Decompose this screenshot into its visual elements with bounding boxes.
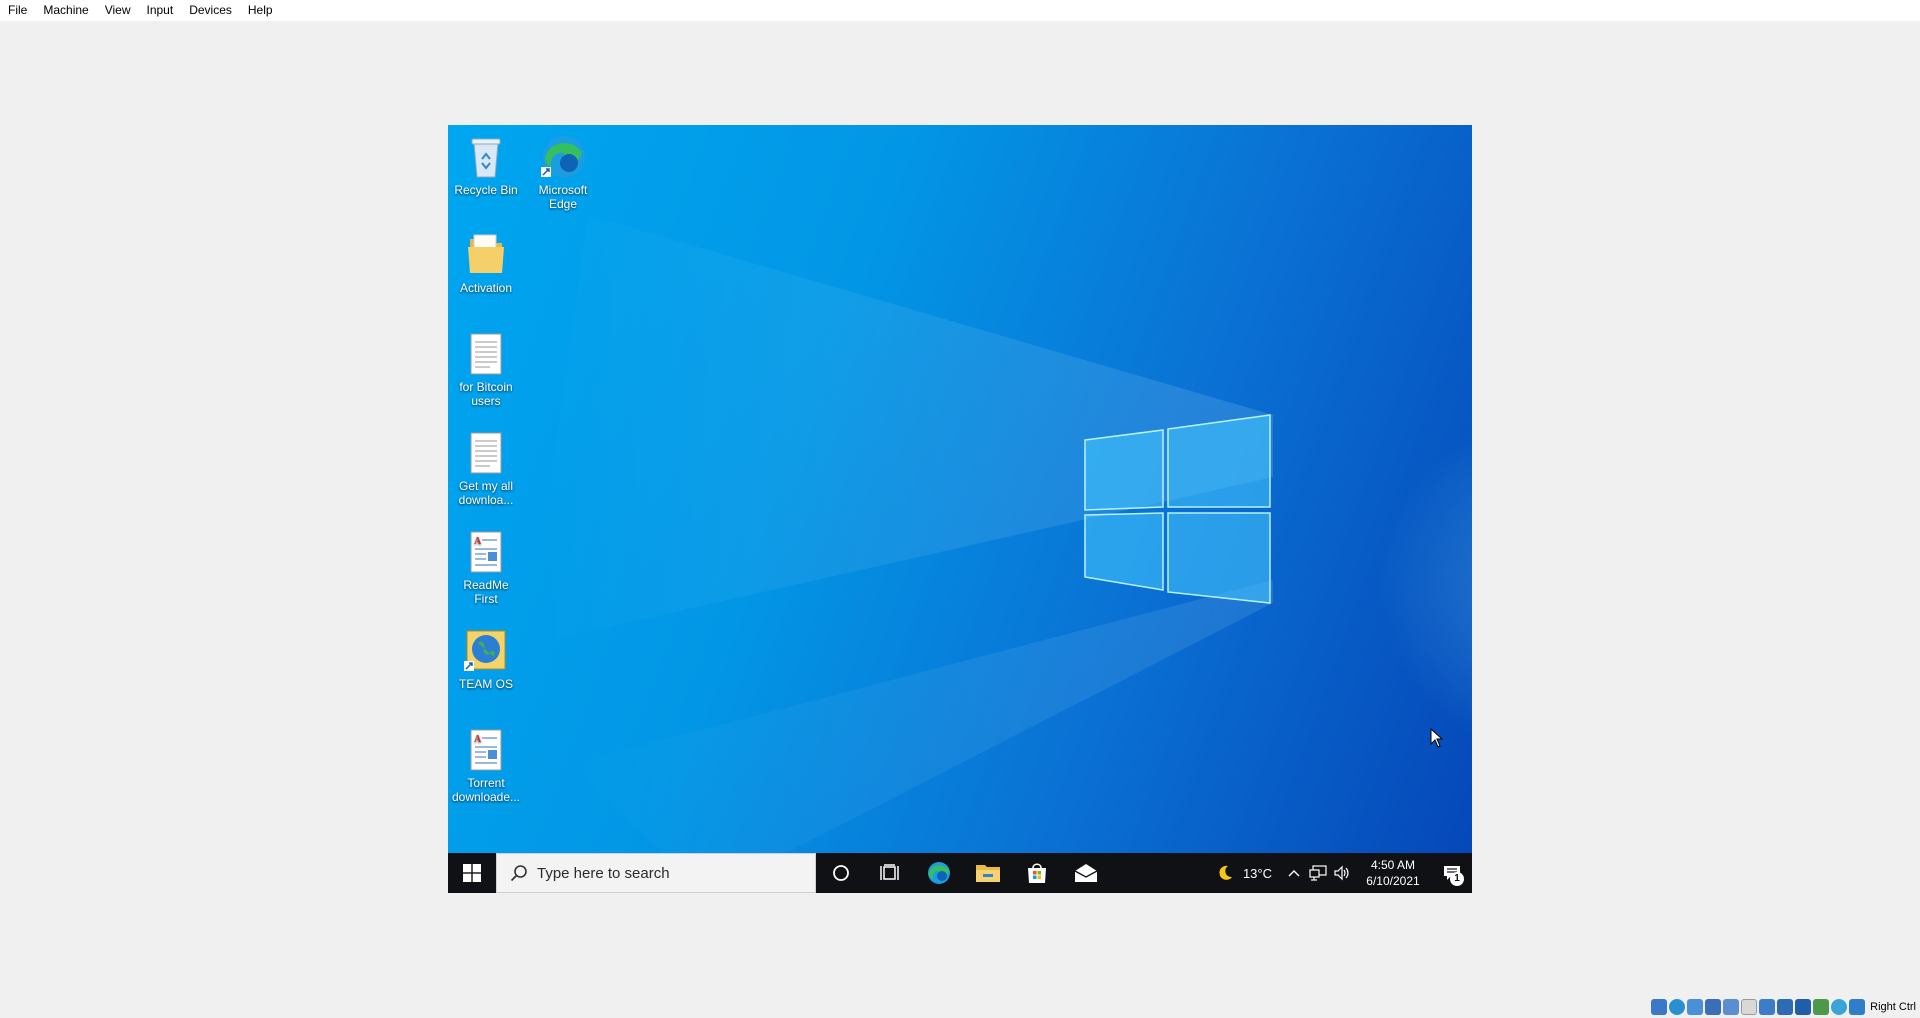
task-view-button[interactable] [865, 853, 914, 893]
globe-shortcut-icon [462, 627, 510, 675]
search-icon [510, 865, 527, 882]
desktop-icon-for-bitcoin-users[interactable]: for Bitcoin users [448, 330, 524, 408]
text-file-icon [462, 330, 510, 378]
audio-icon[interactable] [1687, 999, 1704, 1015]
notification-count-badge: 1 [1450, 872, 1464, 886]
taskbar: Type here to search 13°C 4:50 AM 6/10/20… [448, 853, 1472, 893]
search-placeholder: Type here to search [537, 864, 670, 882]
host-status-bar: Right Ctrl [1650, 996, 1920, 1018]
host-menu-bar: File Machine View Input Devices Help [0, 0, 1920, 21]
menu-file[interactable]: File [0, 0, 35, 21]
desktop-icon-team-os[interactable]: TEAM OS [448, 627, 524, 691]
desktop-icon-microsoft-edge[interactable]: Microsoft Edge [525, 133, 601, 211]
svg-text:A: A [474, 734, 482, 745]
menu-devices[interactable]: Devices [181, 0, 240, 21]
desktop-icon-torrent-downloader[interactable]: A Torrent downloade... [448, 726, 524, 804]
taskbar-search-box[interactable]: Type here to search [496, 853, 816, 893]
cortana-button[interactable] [816, 853, 865, 893]
file-explorer-icon [975, 865, 1000, 882]
network-icon [1309, 865, 1327, 881]
desktop-icon-recycle-bin[interactable]: Recycle Bin [448, 133, 524, 197]
show-hidden-icons-button[interactable] [1282, 853, 1306, 893]
mouse-cursor-icon [1430, 728, 1444, 748]
taskbar-clock[interactable]: 4:50 AM 6/10/2021 [1360, 857, 1426, 889]
host-key-label: Right Ctrl [1870, 1001, 1916, 1013]
text-file-icon [462, 429, 510, 477]
start-button[interactable] [448, 853, 496, 893]
mail-icon [1074, 864, 1097, 882]
display-icon[interactable] [1759, 999, 1776, 1015]
desktop-icon-activation[interactable]: Activation [448, 231, 524, 295]
hard-disk-icon[interactable] [1651, 999, 1668, 1015]
network-tray-button[interactable] [1306, 853, 1330, 893]
task-view-icon [879, 864, 899, 880]
cpu-icon[interactable] [1813, 999, 1830, 1015]
taskbar-store[interactable] [1012, 853, 1061, 893]
network-icon[interactable] [1705, 999, 1722, 1015]
desktop-icon-readme-first[interactable]: A ReadMe First [448, 528, 524, 606]
desktop-icon-get-my-all-downloads[interactable]: Get my all downloa... [448, 429, 524, 507]
shared-folders-icon[interactable] [1741, 999, 1758, 1015]
taskbar-file-explorer[interactable] [963, 853, 1012, 893]
store-icon [1027, 863, 1046, 883]
menu-help[interactable]: Help [240, 0, 281, 21]
guest-additions-icon[interactable] [1831, 999, 1848, 1015]
rich-text-file-icon: A [462, 528, 510, 576]
windows-logo-icon [463, 864, 481, 882]
optical-drive-icon[interactable] [1669, 999, 1686, 1015]
clock-date: 6/10/2021 [1366, 874, 1420, 888]
video-capture-icon[interactable] [1777, 999, 1794, 1015]
cortana-icon [832, 865, 849, 881]
menu-view[interactable]: View [97, 0, 139, 21]
folder-icon [462, 231, 510, 279]
usb-icon[interactable] [1723, 999, 1740, 1015]
recording-icon[interactable] [1795, 999, 1812, 1015]
wallpaper-windows-logo [528, 215, 1273, 893]
edge-icon [539, 133, 587, 181]
clock-time: 4:50 AM [1370, 858, 1416, 872]
vm-display[interactable]: Recycle Bin Microsoft Edge Activation fo… [448, 125, 1472, 893]
volume-tray-button[interactable] [1330, 853, 1354, 893]
moon-icon [1219, 865, 1232, 880]
edge-icon [927, 862, 950, 884]
recycle-bin-icon [462, 133, 510, 181]
system-tray: 13°C 4:50 AM 6/10/2021 1 [1213, 853, 1472, 893]
taskbar-mail[interactable] [1061, 853, 1110, 893]
svg-text:A: A [474, 536, 482, 547]
speaker-icon [1334, 865, 1349, 881]
menu-machine[interactable]: Machine [35, 0, 96, 21]
rich-text-file-icon: A [462, 726, 510, 774]
action-center-button[interactable]: 1 [1432, 853, 1472, 893]
mouse-integration-icon[interactable] [1849, 999, 1866, 1015]
weather-temperature[interactable]: 13°C [1243, 866, 1272, 881]
weather-widget[interactable] [1213, 853, 1237, 893]
menu-input[interactable]: Input [139, 0, 182, 21]
taskbar-edge[interactable] [914, 853, 963, 893]
chevron-up-icon [1288, 870, 1300, 877]
